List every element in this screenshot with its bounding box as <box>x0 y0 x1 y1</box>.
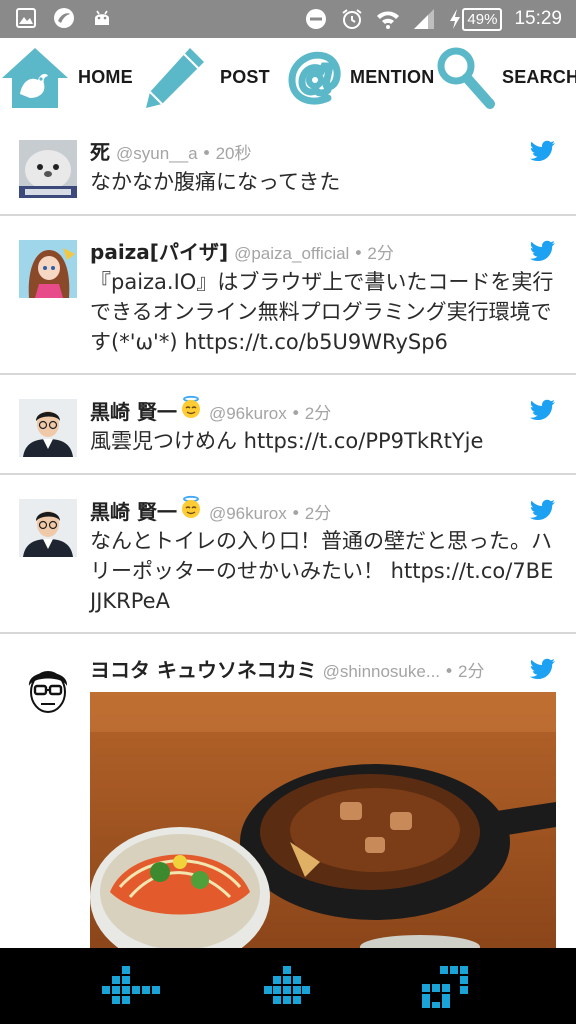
wifi-icon <box>377 11 400 29</box>
user-name[interactable]: paiza[パイザ] <box>90 236 228 265</box>
timestamp: 20秒 <box>215 144 252 163</box>
separator-dot: • <box>290 504 301 524</box>
twitter-bird-icon <box>530 499 555 520</box>
tweet-media-photo[interactable] <box>90 692 556 948</box>
post-tab[interactable]: POST <box>140 38 270 116</box>
tweet-text: 風雲児つけめん https://t.co/PP9TkRtYje <box>90 429 484 453</box>
home-tab[interactable]: HOME <box>0 38 133 116</box>
tweet-header: ヨコタ キュウソネコカミ @shinnosuke... • 2分 <box>90 654 556 684</box>
tweet-text: なかなか腹痛になってきた <box>90 170 341 194</box>
user-handle[interactable]: @shinnosuke... <box>323 662 440 682</box>
user-handle[interactable]: @syun__a <box>116 144 198 164</box>
alarm-icon <box>342 9 363 29</box>
seal-plush-avatar[interactable] <box>19 140 77 198</box>
tweet-header: 黒崎 賢一 @96kurox • 2分 <box>90 395 556 425</box>
battery-indicator: 49% <box>448 7 503 31</box>
back-arrow-icon[interactable] <box>100 964 162 1008</box>
tweet-item[interactable]: 黒崎 賢一 @96kurox • 2分 なんとトイレの入り口！普通の壁だと思った… <box>0 475 576 634</box>
home-icon[interactable] <box>264 964 310 1008</box>
separator-dot: • <box>201 144 212 164</box>
tweet-item[interactable]: paiza[パイザ] @paiza_official • 2分 『paiza.I… <box>0 216 576 375</box>
twitter-bird-icon <box>530 399 555 420</box>
tweet-item[interactable]: 黒崎 賢一 @96kurox • 2分 風雲児つけめん https://t.co… <box>0 375 576 475</box>
search-icon <box>437 47 495 109</box>
anime-girl-avatar[interactable] <box>19 240 77 298</box>
angel-emoji-icon <box>181 395 200 418</box>
tweet-header: 死 @syun__a • 20秒 <box>90 136 556 166</box>
twitter-bird-icon <box>530 140 555 161</box>
user-name[interactable]: 死 <box>90 136 110 165</box>
tweet-body: 黒崎 賢一 @96kurox • 2分 風雲児つけめん https://t.co… <box>90 395 556 456</box>
pencil-icon <box>146 48 204 108</box>
search-tab[interactable]: SEARCH <box>434 38 576 116</box>
gallery-icon <box>16 8 36 28</box>
app-notification-icon <box>54 8 74 28</box>
battery-percent: 49% <box>462 7 503 31</box>
user-name[interactable]: ヨコタ キュウソネコカミ <box>90 654 317 683</box>
timestamp: 2分 <box>304 404 332 423</box>
tweet-header: 黒崎 賢一 @96kurox • 2分 <box>90 495 556 525</box>
signal-icon <box>414 9 435 29</box>
user-handle[interactable]: @96kurox <box>209 504 287 524</box>
bird-house-icon <box>2 48 68 108</box>
status-bar: 49% 15:29 <box>0 0 576 38</box>
user-handle[interactable]: @paiza_official <box>234 244 349 264</box>
separator-dot: • <box>353 244 364 264</box>
tweet-body: paiza[パイザ] @paiza_official • 2分 『paiza.I… <box>90 236 556 357</box>
twitter-bird-icon <box>530 240 555 261</box>
tweet-text: 『paiza.IO』はブラウザ上で書いたコードを実行できるオンライン無料プログラ… <box>90 270 554 354</box>
timeline[interactable]: 死 @syun__a • 20秒 なかなか腹痛になってきた paiza[パイザ]… <box>0 116 576 948</box>
clock: 15:29 <box>514 8 562 29</box>
recent-apps-icon[interactable] <box>420 964 474 1010</box>
timestamp: 2分 <box>367 244 394 263</box>
status-bar-left <box>14 6 114 30</box>
tweet-text: なんとトイレの入り口！普通の壁だと思った。ハリーポッターのせかいみたい！ htt… <box>90 529 554 613</box>
user-handle[interactable]: @96kurox <box>209 404 287 424</box>
status-bar-right: 49% 15:29 <box>304 0 562 38</box>
tweet-item[interactable]: 死 @syun__a • 20秒 なかなか腹痛になってきた <box>0 116 576 216</box>
top-navigation: HOME POST MENTION SEARCH <box>0 38 576 116</box>
cartoon-glasses-avatar[interactable] <box>19 660 77 718</box>
mention-tab-label: MENTION <box>350 66 435 87</box>
man-portrait-avatar[interactable] <box>19 499 77 557</box>
search-tab-label: SEARCH <box>502 66 576 87</box>
twitter-bird-icon <box>530 658 555 679</box>
timestamp: 2分 <box>458 662 485 681</box>
tweet-body: 黒崎 賢一 @96kurox • 2分 なんとトイレの入り口！普通の壁だと思った… <box>90 495 556 616</box>
timestamp: 2分 <box>304 504 332 523</box>
at-sign-icon <box>288 51 341 105</box>
separator-dot: • <box>290 404 301 424</box>
do-not-disturb-icon <box>306 9 327 29</box>
tweet-body: ヨコタ キュウソネコカミ @shinnosuke... • 2分 <box>90 654 556 684</box>
tweet-body: 死 @syun__a • 20秒 なかなか腹痛になってきた <box>90 136 556 197</box>
angel-emoji-icon <box>181 495 200 518</box>
charging-icon <box>450 9 461 29</box>
user-name[interactable]: 黒崎 賢一 <box>90 496 177 525</box>
android-icon <box>95 10 109 25</box>
tweet-header: paiza[パイザ] @paiza_official • 2分 <box>90 236 556 266</box>
home-tab-label: HOME <box>78 66 133 87</box>
navigation-bar <box>0 948 576 1024</box>
separator-dot: • <box>444 662 455 682</box>
mention-tab[interactable]: MENTION <box>284 38 434 116</box>
user-name[interactable]: 黒崎 賢一 <box>90 396 177 425</box>
post-tab-label: POST <box>220 66 270 87</box>
man-portrait-avatar[interactable] <box>19 399 77 457</box>
